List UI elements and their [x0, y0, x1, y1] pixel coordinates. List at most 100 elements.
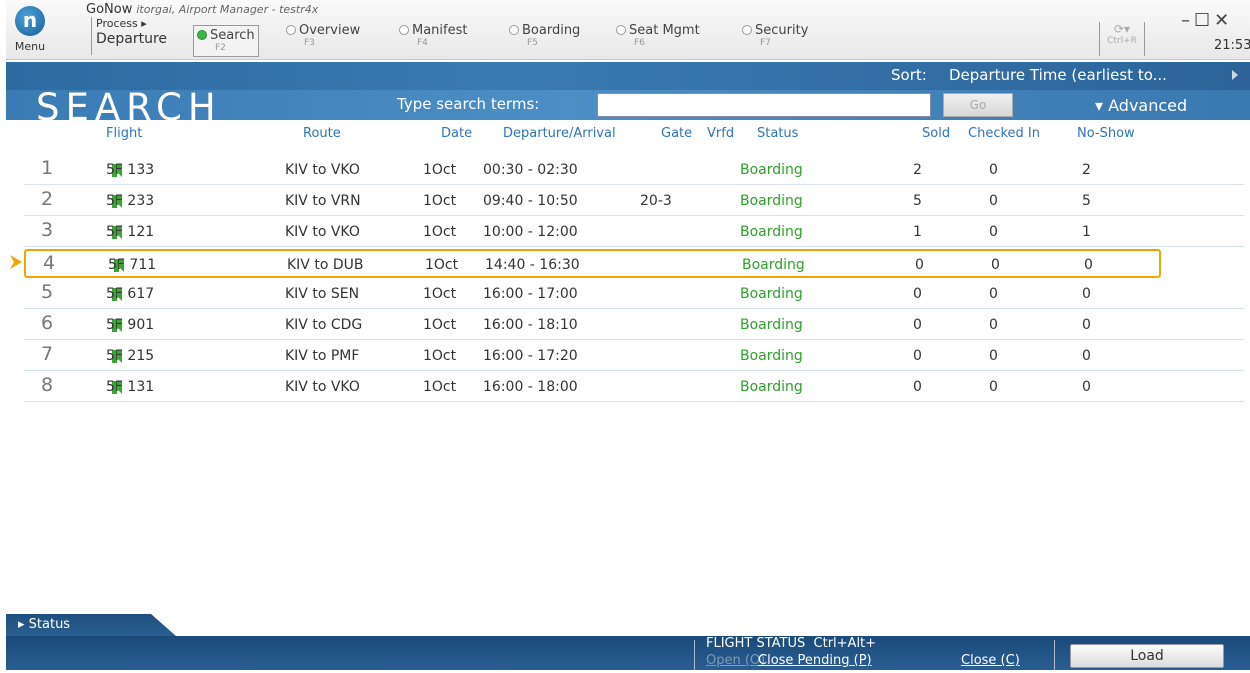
- process-selector[interactable]: Process ▸ Departure: [91, 17, 191, 55]
- cell-date: 1Oct: [423, 193, 457, 209]
- cell-time: 09:40 - 10:50: [483, 193, 578, 209]
- tab-overview[interactable]: Overview F3: [286, 23, 360, 57]
- cell-sold: 0: [915, 257, 924, 273]
- divider: [694, 640, 695, 670]
- cell-date: 1Oct: [423, 162, 457, 178]
- cell-sold: 0: [913, 317, 922, 333]
- cell-noshow: 2: [1082, 162, 1091, 178]
- radio-icon: [742, 25, 752, 35]
- cell-n: 5: [41, 281, 54, 303]
- cell-status: Boarding: [740, 193, 803, 209]
- tab-label: Security: [755, 23, 809, 38]
- tab-manifest[interactable]: Manifest F4: [399, 23, 467, 57]
- window-controls-icon[interactable]: –☐✕: [1181, 10, 1233, 31]
- menu-button[interactable]: n Menu: [8, 6, 52, 58]
- col-departure-arrival[interactable]: Departure/Arrival: [503, 126, 616, 141]
- close-pending-link[interactable]: Close Pending (P): [758, 653, 872, 668]
- cell-checked: 0: [989, 162, 998, 178]
- refresh-shortcut: Ctrl+R: [1107, 36, 1137, 46]
- cell-checked: 0: [989, 286, 998, 302]
- cell-checked: 0: [989, 193, 998, 209]
- cell-n: 2: [41, 188, 54, 210]
- page-title: SEARCH: [36, 86, 222, 129]
- process-label: Process ▸: [96, 17, 147, 30]
- cell-noshow: 0: [1082, 286, 1091, 302]
- flight-status-shortcut: Ctrl+Alt+: [813, 636, 877, 651]
- cell-route: KIV to VKO: [285, 379, 360, 395]
- table-row[interactable]: 8 5F 131 KIV to VKO 1Oct 16:00 - 18:00 Boardi…: [24, 373, 1244, 402]
- cell-checked: 0: [989, 348, 998, 364]
- status-tab[interactable]: ▸ Status: [6, 614, 176, 636]
- table-row[interactable]: 1 5F 133 KIV to VKO 1Oct 00:30 - 02:30 Boardi…: [24, 156, 1244, 185]
- flight-status-title: FLIGHT STATUS Ctrl+Alt+: [706, 636, 876, 651]
- search-prompt: Type search terms:: [397, 95, 540, 113]
- col-route[interactable]: Route: [303, 126, 341, 141]
- col-gate[interactable]: Gate: [661, 126, 692, 141]
- cell-route: KIV to PMF: [285, 348, 360, 364]
- cell-date: 1Oct: [423, 348, 457, 364]
- cell-n: 4: [43, 252, 56, 274]
- cell-time: 14:40 - 16:30: [485, 257, 580, 273]
- table-row[interactable]: 6 5F 901 KIV to CDG 1Oct 16:00 - 18:10 Boardi…: [24, 311, 1244, 340]
- sort-label: Sort:: [891, 66, 927, 84]
- cell-n: 1: [41, 157, 54, 179]
- advanced-toggle[interactable]: ▾ Advanced: [1095, 96, 1187, 115]
- cell-noshow: 5: [1082, 193, 1091, 209]
- col-flight[interactable]: Flight: [106, 126, 142, 141]
- col-date[interactable]: Date: [441, 126, 472, 141]
- cell-date: 1Oct: [423, 317, 457, 333]
- col-sold[interactable]: Sold: [922, 126, 950, 141]
- open-link[interactable]: Open (O): [706, 653, 765, 668]
- tab-label: Search: [210, 28, 255, 43]
- cell-status: Boarding: [742, 257, 805, 273]
- table-row[interactable]: 2 5F 233 KIV to VRN 1Oct 09:40 - 10:50 20-3 Bo…: [24, 187, 1244, 216]
- cell-noshow: 0: [1084, 257, 1093, 273]
- sort-arrow-icon[interactable]: [1232, 70, 1238, 80]
- cell-n: 7: [41, 343, 54, 365]
- cell-sold: 0: [913, 348, 922, 364]
- tab-shortcut: F6: [634, 38, 645, 48]
- tab-shortcut: F4: [417, 38, 428, 48]
- cell-gate: 20-3: [640, 193, 672, 209]
- cell-noshow: 0: [1082, 317, 1091, 333]
- top-bar: n Menu GoNow itorgai, Airport Manager - t…: [6, 0, 1250, 60]
- cell-time: 00:30 - 02:30: [483, 162, 578, 178]
- tab-shortcut: F5: [527, 38, 538, 48]
- table-row[interactable]: 7 5F 215 KIV to PMF 1Oct 16:00 - 17:20 Boardi…: [24, 342, 1244, 371]
- cell-time: 16:00 - 18:00: [483, 379, 578, 395]
- app-window: n Menu GoNow itorgai, Airport Manager - t…: [6, 0, 1250, 673]
- tab-search[interactable]: Search F2: [193, 25, 259, 57]
- go-button[interactable]: Go: [943, 93, 1013, 117]
- cell-route: KIV to VKO: [285, 162, 360, 178]
- tab-security[interactable]: Security F7: [742, 23, 808, 57]
- refresh-icon: ⟳▾: [1113, 22, 1131, 36]
- table-row[interactable]: 4 5F 711 KIV to DUB 1Oct 14:40 - 16:30 Boardi…: [24, 249, 1161, 278]
- radio-icon: [399, 25, 409, 35]
- tab-label: Overview: [299, 23, 361, 38]
- col-status[interactable]: Status: [757, 126, 798, 141]
- cell-checked: 0: [989, 224, 998, 240]
- cell-flight: 5F 901: [106, 317, 155, 333]
- tab-boarding[interactable]: Boarding F5: [509, 23, 580, 57]
- table-row[interactable]: 5 5F 617 KIV to SEN 1Oct 16:00 - 17:00 Boardi…: [24, 280, 1244, 309]
- cell-flight: 5F 233: [106, 193, 155, 209]
- close-link[interactable]: Close (C): [961, 653, 1020, 668]
- table-row[interactable]: 3 5F 121 KIV to VKO 1Oct 10:00 - 12:00 Boardi…: [24, 218, 1244, 247]
- col-no-show[interactable]: No-Show: [1077, 126, 1135, 141]
- refresh-button[interactable]: ⟳▾ Ctrl+R: [1099, 22, 1145, 56]
- cell-date: 1Oct: [423, 286, 457, 302]
- tab-shortcut: F7: [760, 38, 771, 48]
- tab-seat-mgmt[interactable]: Seat Mgmt F6: [616, 23, 700, 57]
- app-title: GoNow itorgai, Airport Manager - testr4x: [86, 2, 318, 17]
- col-checked-in[interactable]: Checked In: [968, 126, 1040, 141]
- sort-dropdown[interactable]: Departure Time (earliest to...: [949, 66, 1167, 84]
- cell-time: 10:00 - 12:00: [483, 224, 578, 240]
- cell-date: 1Oct: [423, 379, 457, 395]
- cell-status: Boarding: [740, 317, 803, 333]
- cell-sold: 1: [913, 224, 922, 240]
- col-vrfd[interactable]: Vrfd: [707, 126, 734, 141]
- load-button[interactable]: Load: [1070, 644, 1224, 668]
- search-input[interactable]: [597, 93, 931, 117]
- cell-sold: 2: [913, 162, 922, 178]
- cell-noshow: 1: [1082, 224, 1091, 240]
